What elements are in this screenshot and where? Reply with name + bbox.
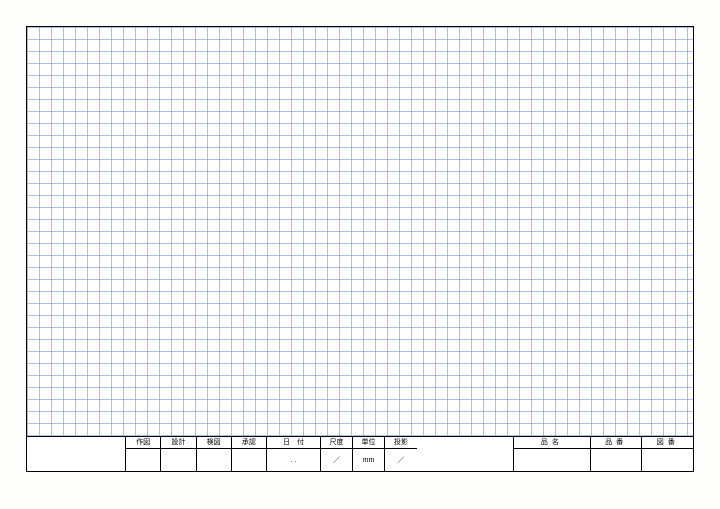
stamp-value: [197, 449, 231, 471]
stamp-value: [232, 449, 266, 471]
stamp-label: 設計: [161, 437, 195, 449]
info-label: 尺度: [321, 437, 352, 449]
big-label: 品番: [591, 437, 642, 449]
info-value: mm: [353, 449, 384, 471]
stamp-label: 検図: [197, 437, 231, 449]
stamp-value: [161, 449, 195, 471]
title-block: 作図 設計 検図 承認 日 付. .尺度／単位mm投影／ 品名品番図番: [27, 436, 693, 471]
info-label: 投影: [385, 437, 417, 449]
stamp-value: [126, 449, 160, 471]
big-value: [514, 449, 590, 471]
title-block-big: 品名品番図番: [513, 437, 693, 471]
info-cell: 投影／: [385, 437, 417, 471]
title-block-blank: [27, 437, 125, 471]
info-label: 日 付: [267, 437, 320, 449]
stamp-cell-sekkei: 設計: [161, 437, 196, 471]
info-value: ／: [321, 449, 352, 471]
stamp-cell-sakuzu: 作図: [126, 437, 161, 471]
big-cell: 品番: [591, 437, 643, 471]
title-block-left: 作図 設計 検図 承認: [27, 437, 267, 471]
info-value: . .: [267, 449, 320, 471]
info-cell: 単位mm: [353, 437, 385, 471]
stamp-label: 作図: [126, 437, 160, 449]
big-cell: 図番: [642, 437, 693, 471]
info-cell: 日 付. .: [267, 437, 321, 471]
big-cell: 品名: [514, 437, 591, 471]
big-value: [642, 449, 693, 471]
stamp-cell-kenzu: 検図: [197, 437, 232, 471]
drawing-sheet: 作図 設計 検図 承認 日 付. .尺度／単位mm投影／ 品名品番図番: [26, 26, 694, 472]
grid-background: [27, 27, 693, 471]
stamp-cell-shounin: 承認: [232, 437, 266, 471]
big-value: [591, 449, 642, 471]
title-block-mid: 日 付. .尺度／単位mm投影／: [267, 437, 513, 471]
big-label: 図番: [642, 437, 693, 449]
info-value: ／: [385, 449, 417, 471]
stamp-label: 承認: [232, 437, 266, 449]
big-label: 品名: [514, 437, 590, 449]
info-cell: 尺度／: [321, 437, 353, 471]
info-label: 単位: [353, 437, 384, 449]
